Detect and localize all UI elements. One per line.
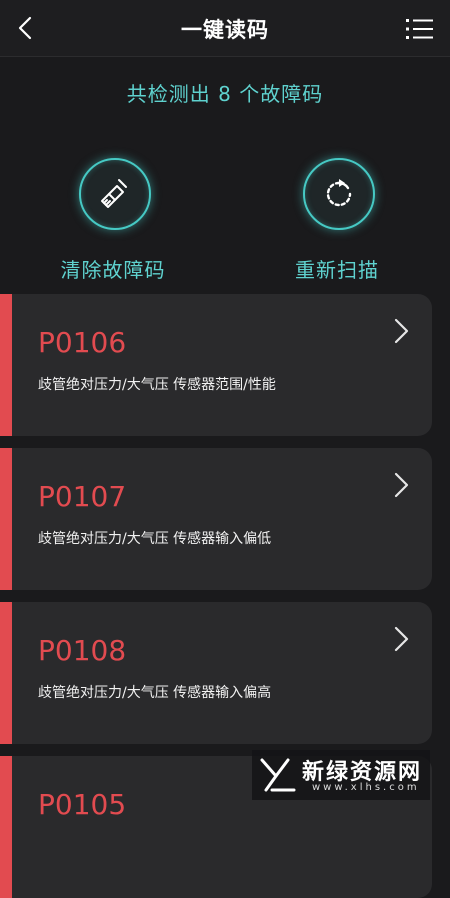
watermark: 新绿资源网 www.xlhs.com	[252, 750, 430, 800]
fault-code: P0106	[38, 326, 127, 359]
rescan-button[interactable]	[303, 158, 375, 230]
severity-bar	[0, 756, 12, 898]
fault-code: P0105	[38, 788, 127, 821]
fault-description: 歧管绝对压力/大气压 传感器输入偏高	[38, 685, 272, 701]
fault-card[interactable]: P0107 歧管绝对压力/大气压 传感器输入偏低	[0, 448, 432, 590]
site-logo-icon	[258, 756, 298, 794]
chevron-right-icon[interactable]	[392, 470, 412, 500]
chevron-right-icon[interactable]	[392, 316, 412, 346]
clear-codes-label[interactable]: 清除故障码	[33, 254, 193, 283]
refresh-icon	[326, 179, 352, 207]
fault-code: P0107	[38, 480, 127, 513]
clear-codes-button[interactable]	[79, 158, 151, 230]
watermark-url: www.xlhs.com	[312, 782, 420, 793]
broom-icon	[101, 179, 127, 208]
list-menu-icon[interactable]	[406, 16, 434, 42]
fault-summary: 共检测出 8 个故障码	[126, 82, 324, 106]
fault-card[interactable]: P0108 歧管绝对压力/大气压 传感器输入偏高	[0, 602, 432, 744]
severity-bar	[0, 602, 12, 744]
page-title: 一键读码	[181, 18, 269, 42]
severity-bar	[0, 294, 12, 436]
fault-description: 歧管绝对压力/大气压 传感器范围/性能	[38, 377, 276, 393]
chevron-right-icon[interactable]	[392, 624, 412, 654]
fault-description: 歧管绝对压力/大气压 传感器输入偏低	[38, 531, 272, 547]
fault-code: P0108	[38, 634, 127, 667]
app-header: 一键读码	[0, 0, 450, 57]
severity-bar	[0, 448, 12, 590]
fault-card[interactable]: P0106 歧管绝对压力/大气压 传感器范围/性能	[0, 294, 432, 436]
rescan-label[interactable]: 重新扫描	[257, 254, 417, 283]
